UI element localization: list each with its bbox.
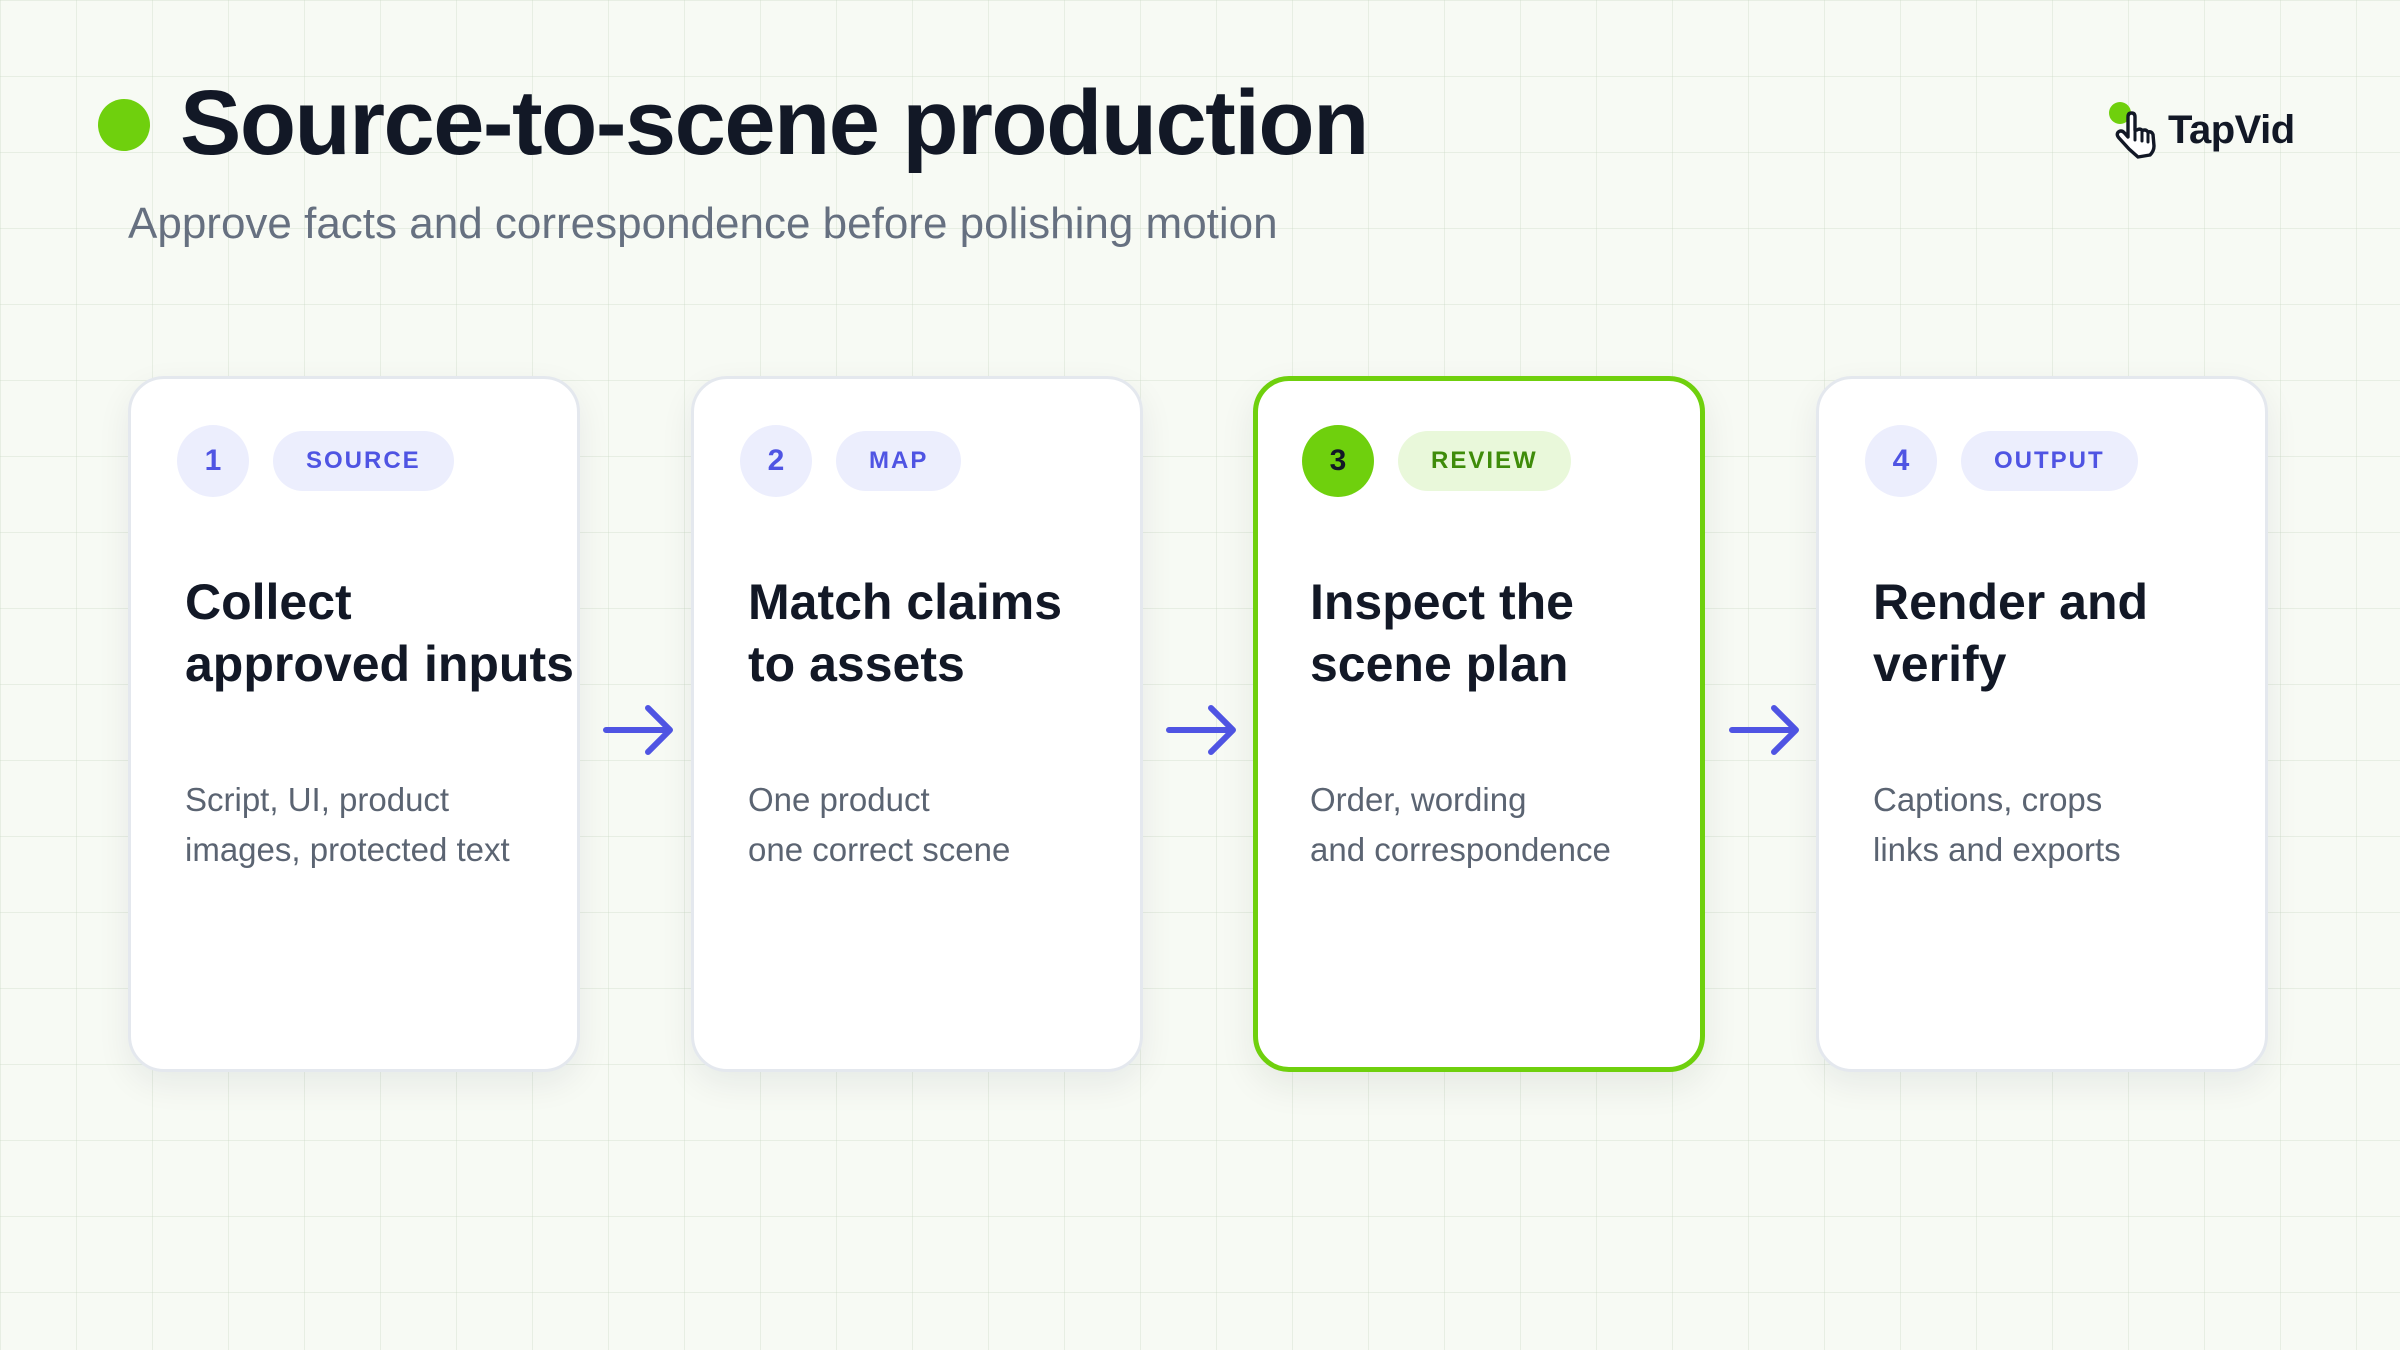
logo-wordmark: TapVid [2168,107,2295,152]
step-number-badge: 2 [740,425,812,497]
step-title: Collect approved inputs [185,574,574,692]
header-status-dot [98,99,150,151]
page-title: Source-to-scene production [180,72,1369,174]
step-tag: SOURCE [273,431,454,491]
step-description: Captions, crops links and exports [1873,781,2121,868]
arrow-right-icon [600,700,680,760]
step-card-map: 2 MAP Match claims to assets One product… [691,376,1143,1072]
tapvid-logo: TapVid [2106,100,2295,160]
step-title: Inspect the scene plan [1310,574,1574,692]
step-tag: OUTPUT [1961,431,2138,491]
step-title: Render and verify [1873,574,2149,692]
step-number-badge: 4 [1865,425,1937,497]
arrow-right-icon [1726,700,1806,760]
step-card-review: 3 REVIEW Inspect the scene plan Order, w… [1253,376,1705,1072]
step-tag: REVIEW [1398,431,1571,491]
arrow-right-icon [1163,700,1243,760]
step-description: Script, UI, product images, protected te… [185,781,510,868]
page-subtitle: Approve facts and correspondence before … [128,199,1278,248]
step-tag: MAP [836,431,962,491]
step-card-output: 4 OUTPUT Render and verify Captions, cro… [1816,376,2268,1072]
pointer-hand-icon [2109,102,2156,159]
step-description: One product one correct scene [748,781,1011,868]
step-title: Match claims to assets [748,574,1063,692]
step-number-badge: 3 [1302,425,1374,497]
step-card-source: 1 SOURCE Collect approved inputs Script,… [128,376,580,1072]
step-description: Order, wording and correspondence [1310,781,1611,868]
step-number-badge: 1 [177,425,249,497]
